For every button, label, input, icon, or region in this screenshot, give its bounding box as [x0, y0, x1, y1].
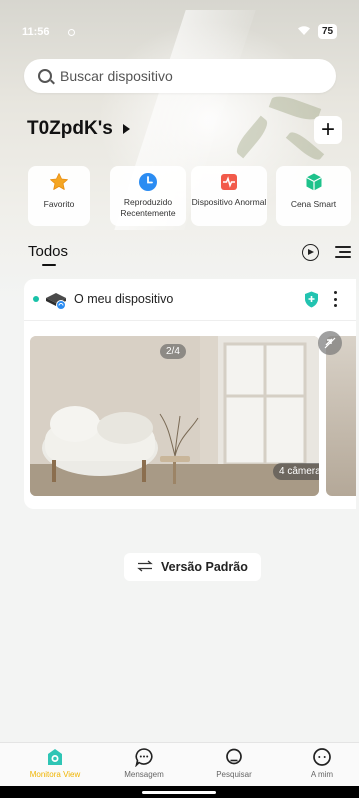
camera-thumbnail[interactable]: 2/4 4 câmera(s): [30, 336, 319, 496]
device-card[interactable]: O meu dispositivo 2/4 4 câmera(s): [24, 279, 356, 509]
swap-arrows-icon: [137, 560, 153, 575]
search-input[interactable]: Buscar dispositivo: [24, 59, 336, 93]
search-placeholder: Buscar dispositivo: [60, 68, 173, 84]
quick-action-label: Reproduzido Recentemente: [120, 197, 176, 218]
camera-thumbnail-next[interactable]: [326, 336, 356, 496]
notification-icon: [68, 29, 75, 36]
nav-mensagem[interactable]: Mensagem: [109, 747, 179, 779]
wifi-icon: [297, 25, 311, 39]
sort-icon[interactable]: [335, 246, 351, 258]
nav-label: A mim: [310, 770, 334, 779]
tab-all[interactable]: Todos: [28, 243, 68, 260]
device-tabs: Todos: [28, 243, 358, 267]
cube-icon: [304, 172, 324, 192]
device-header[interactable]: O meu dispositivo: [24, 279, 356, 321]
camera-count-badge: 4 câmera(s): [273, 463, 319, 480]
search-icon: [224, 747, 244, 767]
tab-indicator: [42, 264, 56, 266]
quick-action-label: Favorito: [43, 199, 75, 209]
quick-action-recent[interactable]: Reproduzido Recentemente: [110, 166, 186, 226]
quick-action-smart-scene[interactable]: Cena Smart: [276, 166, 351, 226]
alert-device-icon: [219, 172, 239, 192]
page-indicator-badge: 2/4: [160, 344, 186, 359]
status-time: 11:56: [22, 26, 50, 38]
nav-label: Mensagem: [124, 770, 164, 779]
nav-monitora-view[interactable]: Monitora View: [20, 747, 90, 779]
profile-icon: [312, 747, 332, 767]
view-switch-label: Versão Padrão: [161, 560, 248, 574]
view-switch-button[interactable]: Versão Padrão: [124, 553, 261, 581]
more-options-icon[interactable]: [333, 291, 337, 307]
home-indicator-bar: [0, 786, 359, 798]
mute-icon[interactable]: [318, 331, 342, 355]
home-camera-icon: [45, 747, 65, 767]
quick-action-favorito[interactable]: Favorito: [28, 166, 90, 226]
caret-right-icon: [122, 124, 130, 134]
shield-icon[interactable]: [304, 291, 319, 308]
nav-a-mim[interactable]: A mim: [287, 747, 357, 779]
play-icon[interactable]: [302, 244, 319, 261]
nav-label: Pesquisar: [216, 770, 252, 779]
home-selector[interactable]: T0ZpdK's: [27, 118, 130, 140]
device-name: O meu dispositivo: [74, 292, 174, 306]
bottom-nav: Monitora View Mensagem Pesquisar A mim: [0, 742, 359, 786]
nvr-icon: [44, 290, 70, 310]
online-status-dot: [33, 296, 39, 302]
battery-indicator: 75: [318, 24, 338, 39]
quick-action-label: Cena Smart: [290, 199, 337, 209]
quick-action-abnormal[interactable]: Dispositivo Anormal: [191, 166, 267, 226]
home-title: T0ZpdK's: [27, 118, 113, 139]
star-icon: [49, 172, 69, 192]
clock-icon: [138, 172, 158, 192]
nav-label: Monitora View: [29, 770, 81, 779]
nav-pesquisar[interactable]: Pesquisar: [199, 747, 269, 779]
search-icon: [38, 69, 52, 83]
add-device-button[interactable]: +: [314, 116, 342, 144]
message-icon: [134, 747, 154, 767]
status-bar: 11:56 75: [0, 0, 359, 56]
quick-action-label: Dispositivo Anormal: [191, 197, 267, 207]
